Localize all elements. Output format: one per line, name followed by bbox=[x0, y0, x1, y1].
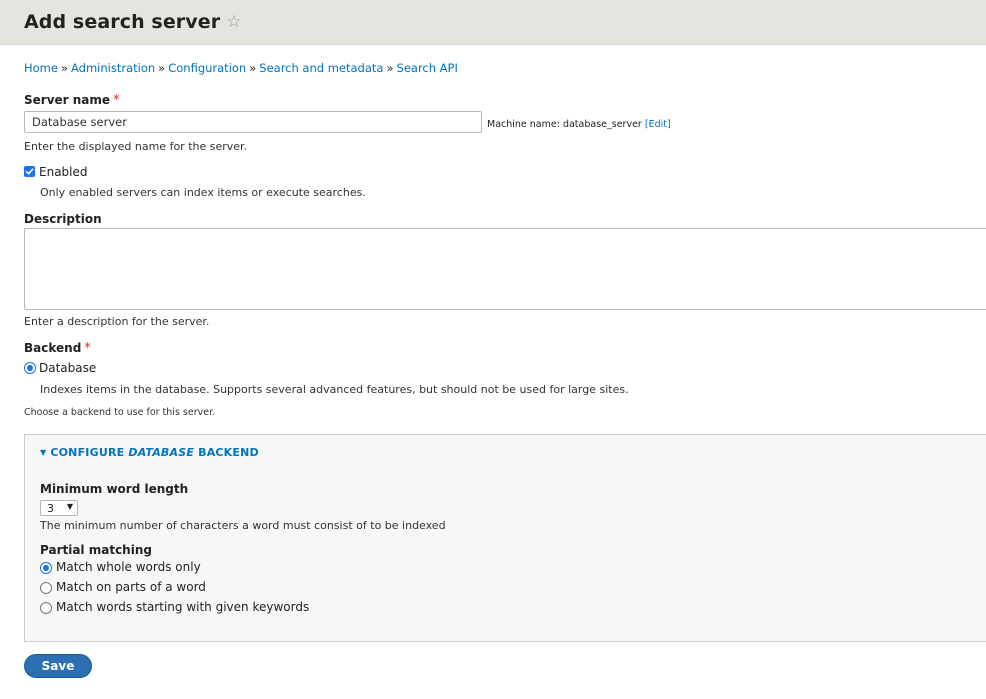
save-button[interactable]: Save bbox=[24, 654, 92, 678]
breadcrumb-home[interactable]: Home bbox=[24, 61, 58, 75]
backend-help: Choose a backend to use for this server. bbox=[24, 407, 216, 418]
partial-match-parts-label[interactable]: Match on parts of a word bbox=[56, 580, 206, 594]
chevron-down-icon: ▼ bbox=[66, 502, 73, 511]
min-word-length-select[interactable]: 3 ▼ bbox=[40, 500, 78, 516]
description-textarea[interactable] bbox=[24, 228, 986, 310]
partial-match-prefix-label[interactable]: Match words starting with given keywords bbox=[56, 600, 309, 614]
summary-emphasis: DATABASE bbox=[128, 446, 195, 459]
breadcrumb: Home» Administration» Configuration» Search… bbox=[24, 61, 458, 75]
partial-match-prefix-radio[interactable] bbox=[40, 602, 52, 614]
server-name-label-text: Server name bbox=[24, 93, 111, 107]
partial-matching-label: Partial matching bbox=[40, 543, 152, 557]
server-name-input[interactable] bbox=[24, 111, 482, 133]
description-label: Description bbox=[24, 212, 102, 226]
required-marker: * bbox=[113, 93, 120, 108]
server-name-help: Enter the displayed name for the server. bbox=[24, 140, 248, 153]
backend-database-help: Indexes items in the database. Supports … bbox=[40, 383, 629, 396]
breadcrumb-separator: » bbox=[158, 61, 166, 75]
breadcrumb-search-and-metadata[interactable]: Search and metadata bbox=[259, 61, 383, 75]
breadcrumb-configuration[interactable]: Configuration bbox=[168, 61, 246, 75]
enabled-help: Only enabled servers can index items or … bbox=[40, 186, 366, 199]
breadcrumb-separator: » bbox=[249, 61, 257, 75]
summary-prefix: CONFIGURE bbox=[50, 446, 125, 459]
min-word-length-value: 3 bbox=[47, 502, 54, 515]
triangle-down-icon: ▼ bbox=[40, 448, 47, 457]
min-word-length-help: The minimum number of characters a word … bbox=[40, 519, 446, 532]
breadcrumb-separator: » bbox=[60, 61, 69, 75]
partial-match-whole-words-label[interactable]: Match whole words only bbox=[56, 560, 201, 574]
page-header: Add search server ☆ bbox=[0, 0, 986, 45]
breadcrumb-administration[interactable]: Administration bbox=[71, 61, 155, 75]
breadcrumb-separator: » bbox=[386, 61, 394, 75]
page-title: Add search server ☆ bbox=[24, 11, 242, 33]
breadcrumb-search-api[interactable]: Search API bbox=[397, 61, 458, 75]
partial-match-parts-radio[interactable] bbox=[40, 582, 52, 594]
machine-name: Machine name: database_server [Edit] bbox=[487, 119, 671, 130]
description-help: Enter a description for the server. bbox=[24, 315, 210, 328]
backend-label: Backend * bbox=[24, 341, 91, 356]
checkmark-icon bbox=[25, 168, 34, 175]
backend-label-text: Backend bbox=[24, 341, 82, 355]
page-title-text: Add search server bbox=[24, 11, 221, 33]
server-name-label: Server name * bbox=[24, 93, 120, 108]
enabled-checkbox[interactable] bbox=[24, 166, 35, 177]
enabled-label[interactable]: Enabled bbox=[39, 165, 88, 179]
min-word-length-label: Minimum word length bbox=[40, 482, 189, 496]
required-marker: * bbox=[84, 341, 91, 356]
star-icon[interactable]: ☆ bbox=[226, 12, 241, 32]
backend-database-radio[interactable] bbox=[24, 362, 36, 374]
backend-database-label[interactable]: Database bbox=[39, 361, 96, 375]
summary-suffix: BACKEND bbox=[198, 446, 259, 459]
machine-name-edit-link[interactable]: [Edit] bbox=[645, 119, 671, 130]
partial-match-whole-words-radio[interactable] bbox=[40, 562, 52, 574]
configure-backend-summary[interactable]: ▼ CONFIGURE DATABASE BACKEND bbox=[40, 446, 259, 459]
machine-name-text: Machine name: database_server bbox=[487, 119, 642, 130]
